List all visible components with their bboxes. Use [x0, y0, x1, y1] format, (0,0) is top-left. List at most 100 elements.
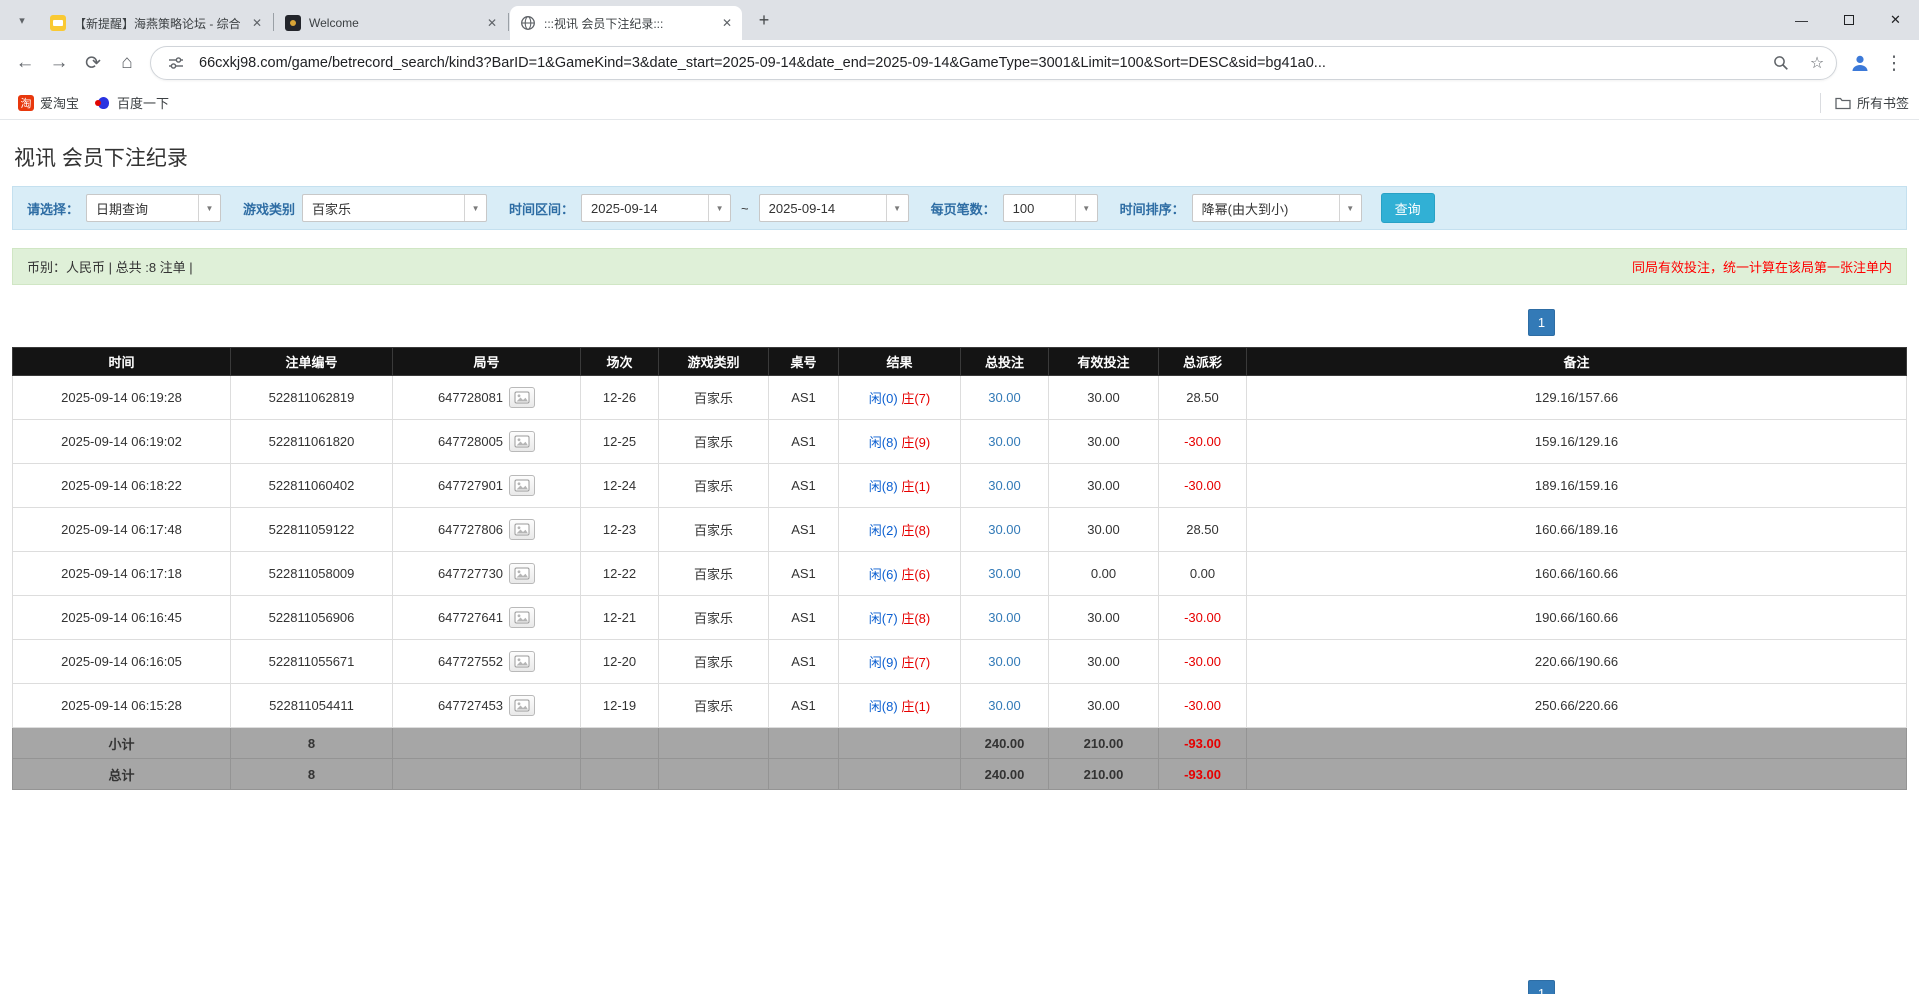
total-bet-link[interactable]: 30.00: [988, 434, 1021, 449]
globe-favicon-icon: [520, 15, 536, 31]
window-close-button[interactable]: ✕: [1872, 0, 1919, 40]
card-result-icon[interactable]: [509, 475, 535, 496]
sort-label: 时间排序：: [1120, 199, 1185, 218]
chevron-down-icon[interactable]: ▼: [708, 195, 730, 221]
total-bet-link[interactable]: 30.00: [988, 610, 1021, 625]
site-settings-icon[interactable]: [163, 50, 189, 76]
game-type-select[interactable]: 百家乐 ▼: [302, 194, 487, 222]
zoom-icon[interactable]: [1768, 50, 1794, 76]
cell-round: 647727453: [393, 684, 581, 728]
total-bet-link[interactable]: 30.00: [988, 654, 1021, 669]
cell-payout: -30.00: [1159, 420, 1247, 464]
cell-bet-id: 522811062819: [231, 376, 393, 420]
tab-forum[interactable]: 【新提醒】海燕策略论坛 - 综合 ✕: [40, 6, 272, 40]
query-type-select[interactable]: 日期查询 ▼: [86, 194, 221, 222]
date-end-input[interactable]: 2025-09-14 ▼: [759, 194, 909, 222]
cell-game-type: 百家乐: [659, 684, 769, 728]
table-row: 2025-09-14 06:17:18 522811058009 6477277…: [13, 552, 1907, 596]
home-icon[interactable]: ⌂: [110, 46, 144, 80]
new-tab-button[interactable]: +: [750, 6, 778, 34]
cell-result: 闲(6) 庄(6): [839, 552, 961, 596]
cell-bet-id: 522811055671: [231, 640, 393, 684]
profile-avatar[interactable]: [1843, 46, 1877, 80]
page-content: 视讯 会员下注纪录 请选择： 日期查询 ▼ 游戏类别 百家乐 ▼ 时间区间： 2…: [0, 142, 1919, 790]
cell-table-no: AS1: [769, 508, 839, 552]
navigation-bar: ← → ⟳ ⌂ 66cxkj98.com/game/betrecord_sear…: [0, 40, 1919, 86]
notice-text: 同局有效投注，统一计算在该局第一张注单内: [1632, 257, 1892, 276]
chevron-down-icon[interactable]: ▼: [886, 195, 908, 221]
cell-remark: 159.16/129.16: [1247, 420, 1907, 464]
cell-remark: 189.16/159.16: [1247, 464, 1907, 508]
tab-search-icon[interactable]: ▾: [8, 6, 36, 34]
cell-table-no: AS1: [769, 596, 839, 640]
bookmark-star-icon[interactable]: ☆: [1804, 50, 1830, 76]
cell-payout: -30.00: [1159, 464, 1247, 508]
tab-close-icon[interactable]: ✕: [248, 14, 266, 32]
subtotal-payout: -93.00: [1159, 728, 1247, 759]
baidu-icon: [95, 95, 111, 111]
window-minimize-button[interactable]: —: [1778, 0, 1825, 40]
page-1-button[interactable]: 1: [1528, 309, 1555, 336]
header-table-no: 桌号: [769, 348, 839, 376]
bookmark-taobao[interactable]: 淘 爱淘宝: [10, 89, 87, 116]
browser-menu-icon[interactable]: ⋮: [1877, 46, 1911, 80]
cell-result: 闲(8) 庄(9): [839, 420, 961, 464]
chevron-down-icon[interactable]: ▼: [1339, 195, 1361, 221]
card-result-icon[interactable]: [509, 563, 535, 584]
back-icon[interactable]: ←: [8, 46, 42, 80]
address-bar[interactable]: 66cxkj98.com/game/betrecord_search/kind3…: [150, 46, 1837, 80]
chevron-down-icon[interactable]: ▼: [1075, 195, 1097, 221]
cell-table-no: AS1: [769, 464, 839, 508]
table-row: 2025-09-14 06:16:05 522811055671 6477275…: [13, 640, 1907, 684]
card-result-icon[interactable]: [509, 519, 535, 540]
total-bet-link[interactable]: 30.00: [988, 522, 1021, 537]
cell-time: 2025-09-14 06:17:18: [13, 552, 231, 596]
bookmark-baidu[interactable]: 百度一下: [87, 89, 177, 116]
tab-close-icon[interactable]: ✕: [483, 14, 501, 32]
all-bookmarks-button[interactable]: 所有书签: [1820, 93, 1909, 113]
cell-total-bet: 30.00: [961, 684, 1049, 728]
search-button[interactable]: 查询: [1381, 193, 1435, 223]
cell-table-no: AS1: [769, 376, 839, 420]
forward-icon[interactable]: →: [42, 46, 76, 80]
cell-remark: 220.66/190.66: [1247, 640, 1907, 684]
bet-records-table: 时间 注单编号 局号 场次 游戏类别 桌号 结果 总投注 有效投注 总派彩 备注…: [12, 347, 1907, 790]
total-bet-link[interactable]: 30.00: [988, 698, 1021, 713]
subtotal-row: 小计 8 240.00 210.00 -93.00: [13, 728, 1907, 759]
sort-select[interactable]: 降幂(由大到小) ▼: [1192, 194, 1362, 222]
card-result-icon[interactable]: [509, 387, 535, 408]
tab-welcome[interactable]: Welcome ✕: [275, 6, 507, 40]
card-result-icon[interactable]: [509, 607, 535, 628]
card-result-icon[interactable]: [509, 431, 535, 452]
cell-time: 2025-09-14 06:19:02: [13, 420, 231, 464]
header-bet-id: 注单编号: [231, 348, 393, 376]
card-result-icon[interactable]: [509, 695, 535, 716]
total-bet-link[interactable]: 30.00: [988, 478, 1021, 493]
total-bet-link[interactable]: 30.00: [988, 390, 1021, 405]
date-start-input[interactable]: 2025-09-14 ▼: [581, 194, 731, 222]
cell-remark: 129.16/157.66: [1247, 376, 1907, 420]
tab-close-icon[interactable]: ✕: [718, 14, 736, 32]
per-page-select[interactable]: 100 ▼: [1003, 194, 1098, 222]
cell-payout: -30.00: [1159, 596, 1247, 640]
chevron-down-icon[interactable]: ▼: [464, 195, 486, 221]
header-time: 时间: [13, 348, 231, 376]
window-maximize-button[interactable]: [1825, 0, 1872, 40]
reload-icon[interactable]: ⟳: [76, 46, 110, 80]
url-text[interactable]: 66cxkj98.com/game/betrecord_search/kind3…: [199, 55, 1758, 71]
page-1-button[interactable]: 1: [1528, 980, 1555, 994]
table-row: 2025-09-14 06:19:02 522811061820 6477280…: [13, 420, 1907, 464]
card-result-icon[interactable]: [509, 651, 535, 672]
header-payout: 总派彩: [1159, 348, 1247, 376]
total-total-bet: 240.00: [961, 759, 1049, 790]
total-bet-link[interactable]: 30.00: [988, 566, 1021, 581]
cell-session: 12-26: [581, 376, 659, 420]
tab-bet-record-active[interactable]: :::视讯 会员下注纪录::: ✕: [510, 6, 742, 40]
cell-round: 647727901: [393, 464, 581, 508]
cell-result: 闲(0) 庄(7): [839, 376, 961, 420]
cell-session: 12-23: [581, 508, 659, 552]
cell-game-type: 百家乐: [659, 464, 769, 508]
cell-payout: -30.00: [1159, 640, 1247, 684]
chevron-down-icon[interactable]: ▼: [198, 195, 220, 221]
date-separator: ~: [738, 201, 752, 216]
